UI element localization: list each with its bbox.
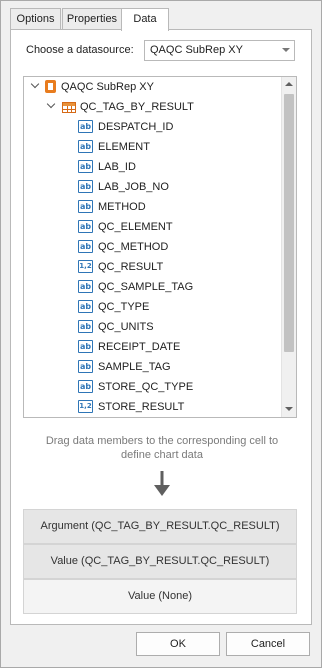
hint-line-2: define chart data — [121, 449, 203, 461]
tree-node-label: QC_TAG_BY_RESULT — [80, 101, 194, 113]
numeric-field-icon: 1,2 — [78, 260, 93, 273]
cancel-button[interactable]: Cancel — [226, 632, 310, 656]
datasource-icon — [45, 80, 56, 93]
scroll-up-icon[interactable] — [282, 77, 296, 92]
string-field-icon: ab — [78, 220, 93, 233]
tree-field-item[interactable]: ab QC_SAMPLE_TAG — [24, 277, 282, 297]
string-field-icon: ab — [78, 380, 93, 393]
ok-button[interactable]: OK — [136, 632, 220, 656]
tab-options[interactable]: Options — [10, 8, 61, 30]
tree-field-item[interactable]: ab STORE_QC_TYPE — [24, 377, 282, 397]
field-label: QC_ELEMENT — [98, 221, 173, 233]
string-field-icon: ab — [78, 120, 93, 133]
tree-field-item[interactable]: ab QC_ELEMENT — [24, 217, 282, 237]
tree-node-root[interactable]: QAQC SubRep XY — [24, 77, 282, 97]
string-field-icon: ab — [78, 240, 93, 253]
scrollbar-thumb[interactable] — [284, 94, 294, 352]
expand-chevron-icon[interactable] — [48, 101, 56, 109]
tree-field-item[interactable]: ab SAMPLE_TAG — [24, 357, 282, 377]
string-field-icon: ab — [78, 140, 93, 153]
tree-scrollbar[interactable] — [281, 77, 296, 417]
numeric-field-icon: 1,2 — [78, 400, 93, 413]
data-member-tree[interactable]: QAQC SubRep XY QC_TAG_BY_RESULT ab DESPA… — [23, 76, 297, 418]
string-field-icon: ab — [78, 160, 93, 173]
drag-hint-text: Drag data members to the corresponding c… — [31, 434, 293, 462]
tree-node-table[interactable]: QC_TAG_BY_RESULT — [24, 97, 282, 117]
tree-field-item[interactable]: ab ELEMENT — [24, 137, 282, 157]
field-label: QC_TYPE — [98, 301, 150, 313]
field-label: METHOD — [98, 201, 146, 213]
field-label: STORE_RESULT — [98, 401, 185, 413]
string-field-icon: ab — [78, 320, 93, 333]
field-label: ELEMENT — [98, 141, 150, 153]
string-field-icon: ab — [78, 280, 93, 293]
field-label: QC_METHOD — [98, 241, 169, 253]
tree-field-item[interactable]: ab QC_TYPE — [24, 297, 282, 317]
field-label: QC_SAMPLE_TAG — [98, 281, 194, 293]
table-icon — [62, 102, 76, 113]
tree-field-item[interactable]: ab RECEIPT_DATE — [24, 337, 282, 357]
arrow-down-icon — [154, 471, 170, 496]
field-label: SAMPLE_TAG — [98, 361, 171, 373]
field-label: LAB_JOB_NO — [98, 181, 169, 193]
tree-field-item[interactable]: 1,2 QC_RESULT — [24, 257, 282, 277]
field-label: STORE_QC_TYPE — [98, 381, 194, 393]
string-field-icon: ab — [78, 200, 93, 213]
tree-field-item[interactable]: ab LAB_ID — [24, 157, 282, 177]
tree-field-item[interactable]: ab QC_METHOD — [24, 237, 282, 257]
datasource-label: Choose a datasource: — [26, 44, 134, 56]
tab-data[interactable]: Data — [121, 8, 169, 31]
field-label: QC_UNITS — [98, 321, 154, 333]
hint-line-1: Drag data members to the corresponding c… — [45, 435, 279, 447]
argument-drop-zone[interactable]: Argument (QC_TAG_BY_RESULT.QC_RESULT) — [23, 509, 297, 544]
data-tab-panel: Choose a datasource: QAQC SubRep XY QAQC… — [10, 29, 312, 625]
expand-chevron-icon[interactable] — [32, 81, 40, 89]
field-label: LAB_ID — [98, 161, 136, 173]
string-field-icon: ab — [78, 340, 93, 353]
string-field-icon: ab — [78, 360, 93, 373]
tree-field-item[interactable]: ab LAB_JOB_NO — [24, 177, 282, 197]
value-none-drop-zone[interactable]: Value (None) — [23, 579, 297, 614]
scroll-down-icon[interactable] — [282, 402, 296, 417]
field-label: RECEIPT_DATE — [98, 341, 181, 353]
string-field-icon: ab — [78, 300, 93, 313]
tree-field-item[interactable]: 1,2 STORE_RESULT — [24, 397, 282, 417]
value-drop-zone[interactable]: Value (QC_TAG_BY_RESULT.QC_RESULT) — [23, 544, 297, 579]
tree-field-item[interactable]: ab METHOD — [24, 197, 282, 217]
field-label: DESPATCH_ID — [98, 121, 174, 133]
tree-field-item[interactable]: ab DESPATCH_ID — [24, 117, 282, 137]
tree-field-item[interactable]: ab QC_UNITS — [24, 317, 282, 337]
datasource-value: QAQC SubRep XY — [150, 44, 243, 56]
tree-node-label: QAQC SubRep XY — [61, 81, 154, 93]
field-label: QC_RESULT — [98, 261, 164, 273]
datasource-combobox[interactable]: QAQC SubRep XY — [144, 40, 295, 61]
tab-properties[interactable]: Properties — [62, 8, 122, 30]
chevron-down-icon[interactable] — [282, 48, 290, 52]
string-field-icon: ab — [78, 180, 93, 193]
